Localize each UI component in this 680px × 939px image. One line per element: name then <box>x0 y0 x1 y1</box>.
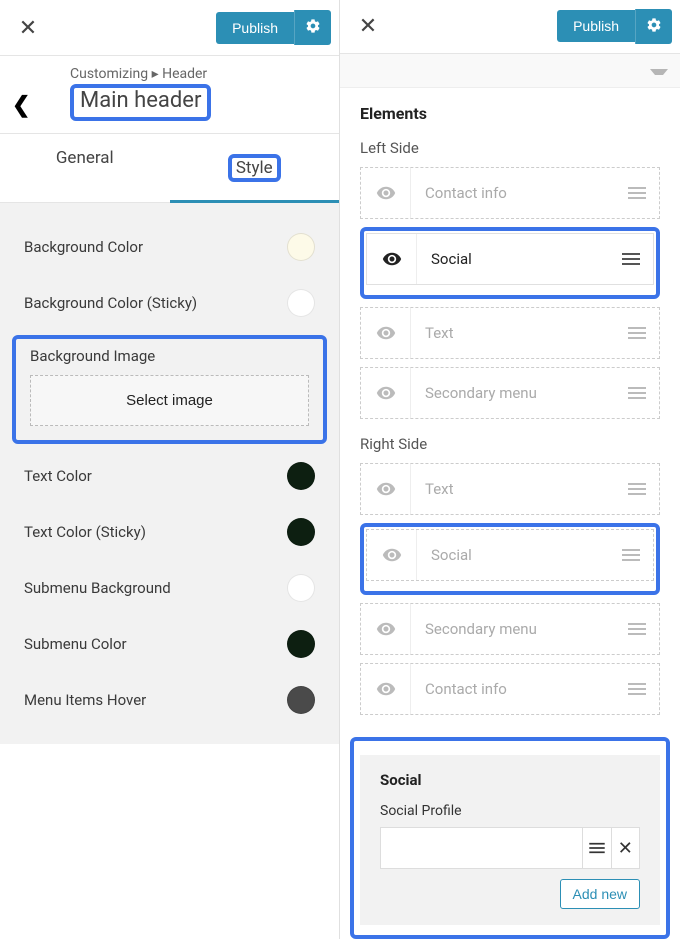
element-item[interactable]: Text <box>360 463 660 515</box>
publish-settings-button[interactable] <box>294 10 331 45</box>
text-color-swatch[interactable] <box>287 462 315 490</box>
visibility-toggle[interactable] <box>361 168 411 218</box>
drag-icon <box>622 252 640 266</box>
elements-heading: Elements <box>360 104 660 123</box>
left-side-label: Left Side <box>360 139 660 157</box>
eye-icon <box>376 679 396 699</box>
element-item[interactable]: Secondary menu <box>360 367 660 419</box>
drag-handle[interactable] <box>615 386 659 400</box>
text-color-label: Text Color <box>24 467 92 485</box>
tab-general[interactable]: General <box>0 134 170 202</box>
visibility-toggle[interactable] <box>367 234 417 284</box>
drag-icon <box>628 682 646 696</box>
drag-icon <box>628 186 646 200</box>
right-side-list: Text Social Secondary menu Contact info <box>360 463 660 715</box>
bg-color-label: Background Color <box>24 238 143 256</box>
eye-icon <box>376 183 396 203</box>
element-label: Social <box>417 250 609 268</box>
element-label: Secondary menu <box>411 384 615 402</box>
tab-style-label: Style <box>228 154 281 182</box>
element-label: Contact info <box>411 184 615 202</box>
gear-icon <box>646 17 662 33</box>
publish-button[interactable]: Publish <box>557 10 635 42</box>
bg-color-swatch[interactable] <box>287 233 315 261</box>
element-label: Text <box>411 324 615 342</box>
drag-handle[interactable] <box>615 622 659 636</box>
eye-icon <box>376 479 396 499</box>
element-item[interactable]: Text <box>360 307 660 359</box>
element-item[interactable]: Contact info <box>360 663 660 715</box>
close-panel-button[interactable]: ✕ <box>8 8 48 48</box>
element-label: Secondary menu <box>411 620 615 638</box>
bg-image-label: Background Image <box>30 347 309 365</box>
social-profile-label: Social Profile <box>380 803 640 819</box>
drag-handle[interactable] <box>615 326 659 340</box>
eye-icon <box>382 545 402 565</box>
left-side-list: Contact info Social Text Secondary menu <box>360 167 660 419</box>
collapsed-section[interactable] <box>340 54 680 88</box>
social-heading: Social <box>380 771 640 789</box>
profile-drag-handle[interactable] <box>582 828 611 868</box>
eye-icon <box>376 323 396 343</box>
publish-button[interactable]: Publish <box>216 12 294 44</box>
drag-icon <box>622 548 640 562</box>
back-button[interactable]: ❮ <box>12 92 30 118</box>
bg-color-sticky-label: Background Color (Sticky) <box>24 294 197 312</box>
gear-icon <box>305 18 321 34</box>
visibility-toggle[interactable] <box>361 464 411 514</box>
menu-hover-swatch[interactable] <box>287 686 315 714</box>
add-new-button[interactable]: Add new <box>560 879 640 909</box>
text-color-sticky-label: Text Color (Sticky) <box>24 523 146 541</box>
submenu-bg-swatch[interactable] <box>287 574 315 602</box>
drag-icon <box>628 622 646 636</box>
drag-handle[interactable] <box>615 682 659 696</box>
element-label: Social <box>417 546 609 564</box>
breadcrumb: Customizing ▸ Header <box>70 66 207 82</box>
drag-icon <box>589 842 605 854</box>
element-item[interactable]: Social <box>366 233 654 285</box>
visibility-toggle[interactable] <box>367 530 417 580</box>
social-profile-input[interactable] <box>381 828 582 868</box>
element-label: Contact info <box>411 680 615 698</box>
bg-color-sticky-swatch[interactable] <box>287 289 315 317</box>
select-image-button[interactable]: Select image <box>30 375 309 426</box>
submenu-color-swatch[interactable] <box>287 630 315 658</box>
publish-settings-button[interactable] <box>635 9 672 44</box>
submenu-color-label: Submenu Color <box>24 635 127 653</box>
eye-icon <box>376 619 396 639</box>
menu-hover-label: Menu Items Hover <box>24 691 146 709</box>
drag-handle[interactable] <box>609 548 653 562</box>
drag-handle[interactable] <box>615 186 659 200</box>
visibility-toggle[interactable] <box>361 604 411 654</box>
element-item[interactable]: Contact info <box>360 167 660 219</box>
visibility-toggle[interactable] <box>361 664 411 714</box>
text-color-sticky-swatch[interactable] <box>287 518 315 546</box>
tab-style[interactable]: Style <box>170 134 340 202</box>
close-panel-button[interactable]: ✕ <box>348 6 388 46</box>
right-side-label: Right Side <box>360 435 660 453</box>
element-item[interactable]: Social <box>366 529 654 581</box>
element-label: Text <box>411 480 615 498</box>
drag-icon <box>628 482 646 496</box>
drag-icon <box>628 326 646 340</box>
submenu-bg-label: Submenu Background <box>24 579 171 597</box>
drag-icon <box>628 386 646 400</box>
eye-icon <box>376 383 396 403</box>
visibility-toggle[interactable] <box>361 368 411 418</box>
profile-remove-button[interactable]: ✕ <box>611 828 640 868</box>
page-title: Main header <box>80 88 201 113</box>
element-item[interactable]: Secondary menu <box>360 603 660 655</box>
drag-handle[interactable] <box>609 252 653 266</box>
drag-handle[interactable] <box>615 482 659 496</box>
eye-icon <box>382 249 402 269</box>
visibility-toggle[interactable] <box>361 308 411 358</box>
